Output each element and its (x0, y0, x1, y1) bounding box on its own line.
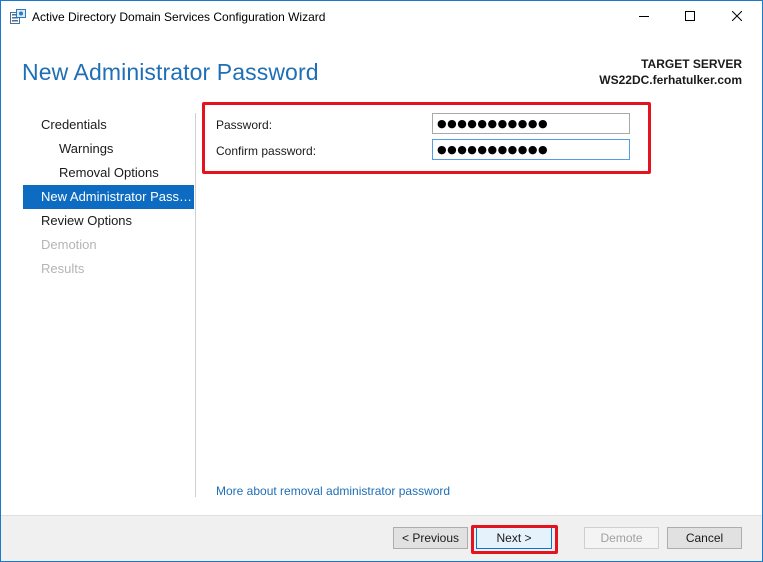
confirm-password-field[interactable]: ●●●●●●●●●●● (432, 139, 630, 160)
nav-item-credentials[interactable]: Credentials (23, 113, 194, 137)
window-title: Active Directory Domain Services Configu… (32, 10, 326, 24)
cancel-button[interactable]: Cancel (667, 527, 742, 549)
maximize-icon (685, 8, 695, 26)
previous-button[interactable]: < Previous (393, 527, 468, 549)
confirm-password-label: Confirm password: (216, 144, 317, 158)
target-server-label: TARGET SERVER (641, 57, 742, 71)
next-button[interactable]: Next > (476, 527, 552, 549)
nav-item-removal-options[interactable]: Removal Options (23, 161, 194, 185)
nav-item-new-administrator-password[interactable]: New Administrator Passw... (23, 185, 194, 209)
page-title: New Administrator Password (22, 59, 319, 85)
maximize-button[interactable] (667, 1, 713, 32)
nav-item-demotion: Demotion (41, 237, 97, 252)
password-label: Password: (216, 118, 273, 132)
more-about-password-link[interactable]: More about removal administrator passwor… (216, 484, 450, 498)
server-roles-icon (10, 9, 26, 24)
wizard-window: Active Directory Domain Services Configu… (0, 0, 763, 562)
password-field[interactable]: ●●●●●●●●●●● (432, 113, 630, 134)
nav-divider (195, 113, 196, 497)
close-icon (731, 8, 743, 26)
demote-button: Demote (584, 527, 659, 549)
nav-item-review-options[interactable]: Review Options (23, 209, 194, 233)
nav-item-results: Results (41, 261, 85, 276)
wizard-steps-nav: Credentials Warnings Removal Options New… (23, 113, 194, 281)
close-button[interactable] (714, 1, 760, 32)
wizard-footer: < Previous Next > Demote Cancel (1, 515, 762, 561)
target-server-name: WS22DC.ferhatulker.com (599, 73, 742, 87)
target-server-info: TARGET SERVER WS22DC.ferhatulker.com (599, 56, 742, 88)
title-bar[interactable]: Active Directory Domain Services Configu… (1, 1, 762, 32)
minimize-button[interactable] (621, 1, 667, 32)
minimize-icon (639, 8, 649, 26)
nav-item-warnings[interactable]: Warnings (23, 137, 194, 161)
